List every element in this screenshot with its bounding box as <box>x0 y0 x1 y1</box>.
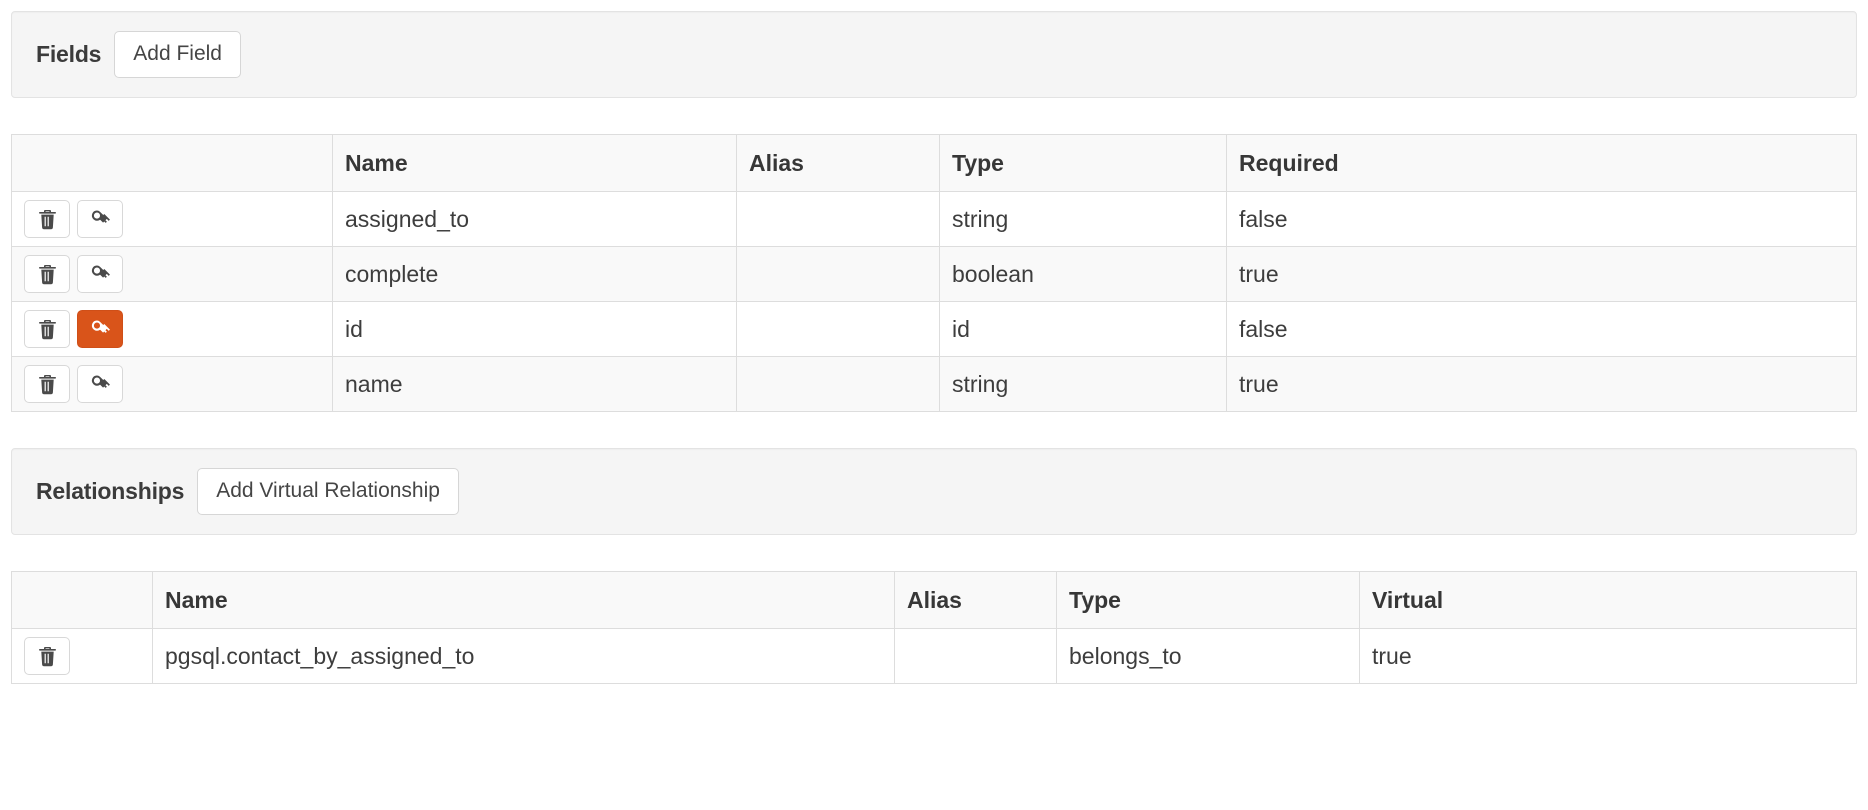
fields-row-actions <box>11 356 333 413</box>
field-name-cell: name <box>332 356 737 413</box>
field-type-cell: boolean <box>939 246 1227 303</box>
set-primary-key-button[interactable] <box>77 200 123 239</box>
delete-field-button[interactable] <box>24 200 70 239</box>
fields-table-header-row: Name Alias Type Required <box>11 134 1857 193</box>
field-name-cell: complete <box>332 246 737 303</box>
key-icon <box>90 374 111 395</box>
rel-type-cell: belongs_to <box>1056 628 1360 685</box>
field-required-cell: false <box>1226 191 1857 248</box>
relationships-table-wrapper: Name Alias Type Virtual pgsql.contact_by… <box>11 571 1857 685</box>
schema-editor-page: Fields Add Field Name Alias Type Require… <box>0 0 1868 810</box>
set-primary-key-button-active[interactable] <box>77 310 123 349</box>
fields-row-actions <box>11 301 333 358</box>
fields-table-wrapper: Name Alias Type Required assigned_to str… <box>11 134 1857 413</box>
field-required-cell: true <box>1226 246 1857 303</box>
set-primary-key-button[interactable] <box>77 365 123 404</box>
fields-section-title: Fields <box>36 41 102 68</box>
field-type-cell: string <box>939 356 1227 413</box>
rel-row-actions <box>11 628 153 685</box>
trash-icon <box>38 319 57 340</box>
field-required-cell: true <box>1226 356 1857 413</box>
add-virtual-relationship-button[interactable]: Add Virtual Relationship <box>197 468 459 516</box>
fields-table: Name Alias Type Required assigned_to str… <box>11 134 1857 413</box>
rel-col-alias: Alias <box>894 571 1057 630</box>
fields-section-header: Fields Add Field <box>11 11 1857 99</box>
table-row: id id false <box>11 301 1857 358</box>
fields-col-name: Name <box>332 134 737 193</box>
rel-col-name: Name <box>152 571 895 630</box>
field-alias-cell <box>736 301 940 358</box>
rel-alias-cell <box>894 628 1057 685</box>
key-icon <box>90 209 111 230</box>
rel-col-virtual: Virtual <box>1359 571 1857 630</box>
relationships-table: Name Alias Type Virtual pgsql.contact_by… <box>11 571 1857 685</box>
fields-col-type: Type <box>939 134 1227 193</box>
table-row: assigned_to string false <box>11 191 1857 248</box>
field-alias-cell <box>736 246 940 303</box>
table-row: pgsql.contact_by_assigned_to belongs_to … <box>11 628 1857 685</box>
key-icon <box>90 319 111 340</box>
fields-row-actions <box>11 246 333 303</box>
field-type-cell: id <box>939 301 1227 358</box>
set-primary-key-button[interactable] <box>77 255 123 294</box>
rel-virtual-cell: true <box>1359 628 1857 685</box>
delete-field-button[interactable] <box>24 310 70 349</box>
field-type-cell: string <box>939 191 1227 248</box>
relationships-table-header-row: Name Alias Type Virtual <box>11 571 1857 630</box>
trash-icon <box>38 374 57 395</box>
fields-row-actions <box>11 191 333 248</box>
relationships-section-header: Relationships Add Virtual Relationship <box>11 448 1857 536</box>
delete-relationship-button[interactable] <box>24 637 70 676</box>
fields-col-actions <box>11 134 333 193</box>
field-alias-cell <box>736 356 940 413</box>
table-row: name string true <box>11 356 1857 413</box>
trash-icon <box>38 646 57 667</box>
table-row: complete boolean true <box>11 246 1857 303</box>
field-name-cell: id <box>332 301 737 358</box>
trash-icon <box>38 264 57 285</box>
key-icon <box>90 264 111 285</box>
rel-name-cell: pgsql.contact_by_assigned_to <box>152 628 895 685</box>
delete-field-button[interactable] <box>24 255 70 294</box>
field-name-cell: assigned_to <box>332 191 737 248</box>
relationships-section-title: Relationships <box>36 478 185 505</box>
field-required-cell: false <box>1226 301 1857 358</box>
rel-col-type: Type <box>1056 571 1360 630</box>
field-alias-cell <box>736 191 940 248</box>
fields-col-alias: Alias <box>736 134 940 193</box>
add-field-button[interactable]: Add Field <box>114 31 241 79</box>
fields-col-required: Required <box>1226 134 1857 193</box>
rel-col-actions <box>11 571 153 630</box>
trash-icon <box>38 209 57 230</box>
delete-field-button[interactable] <box>24 365 70 404</box>
